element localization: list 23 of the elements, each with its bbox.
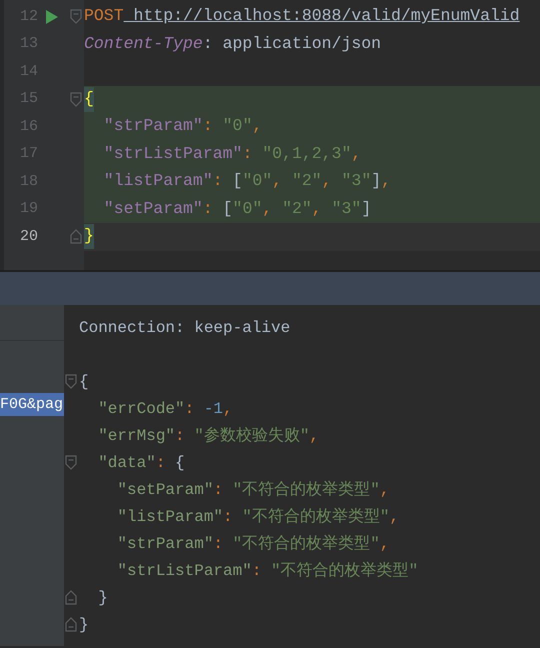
request-history-item[interactable]: F0G&pag: [0, 393, 64, 416]
unfold-icon[interactable]: [65, 590, 77, 605]
code-line: }: [79, 614, 90, 636]
line-number: 20: [18, 226, 38, 246]
code-line: Connection: keep-alive: [79, 318, 292, 338]
fold-icon[interactable]: [65, 455, 77, 470]
unfold-icon[interactable]: [70, 229, 82, 244]
code-line: "data": {: [97, 452, 186, 474]
code-line: {: [79, 372, 90, 392]
code-line: "errMsg": "参数校验失败",: [97, 426, 320, 446]
fold-icon[interactable]: [70, 9, 82, 24]
unfold-icon[interactable]: [65, 617, 77, 632]
code-line: }: [97, 588, 109, 608]
fold-icon[interactable]: [65, 374, 77, 389]
code-line: "setParam": "不符合的枚举类型",: [116, 480, 390, 500]
code-line: "strListParam": "不符合的枚举类型": [116, 560, 420, 582]
code-line: "listParam": "不符合的枚举类型",: [116, 506, 400, 528]
code-line: "errCode": -1,: [97, 398, 234, 420]
fold-icon[interactable]: [70, 92, 82, 107]
code-line: "strParam": "不符合的枚举类型",: [116, 534, 390, 554]
code-line: Content-Type: application/json: [84, 32, 382, 55]
code-line: POST http://localhost:8088/valid/myEnumValid: [84, 5, 521, 28]
run-icon[interactable]: [46, 10, 58, 24]
